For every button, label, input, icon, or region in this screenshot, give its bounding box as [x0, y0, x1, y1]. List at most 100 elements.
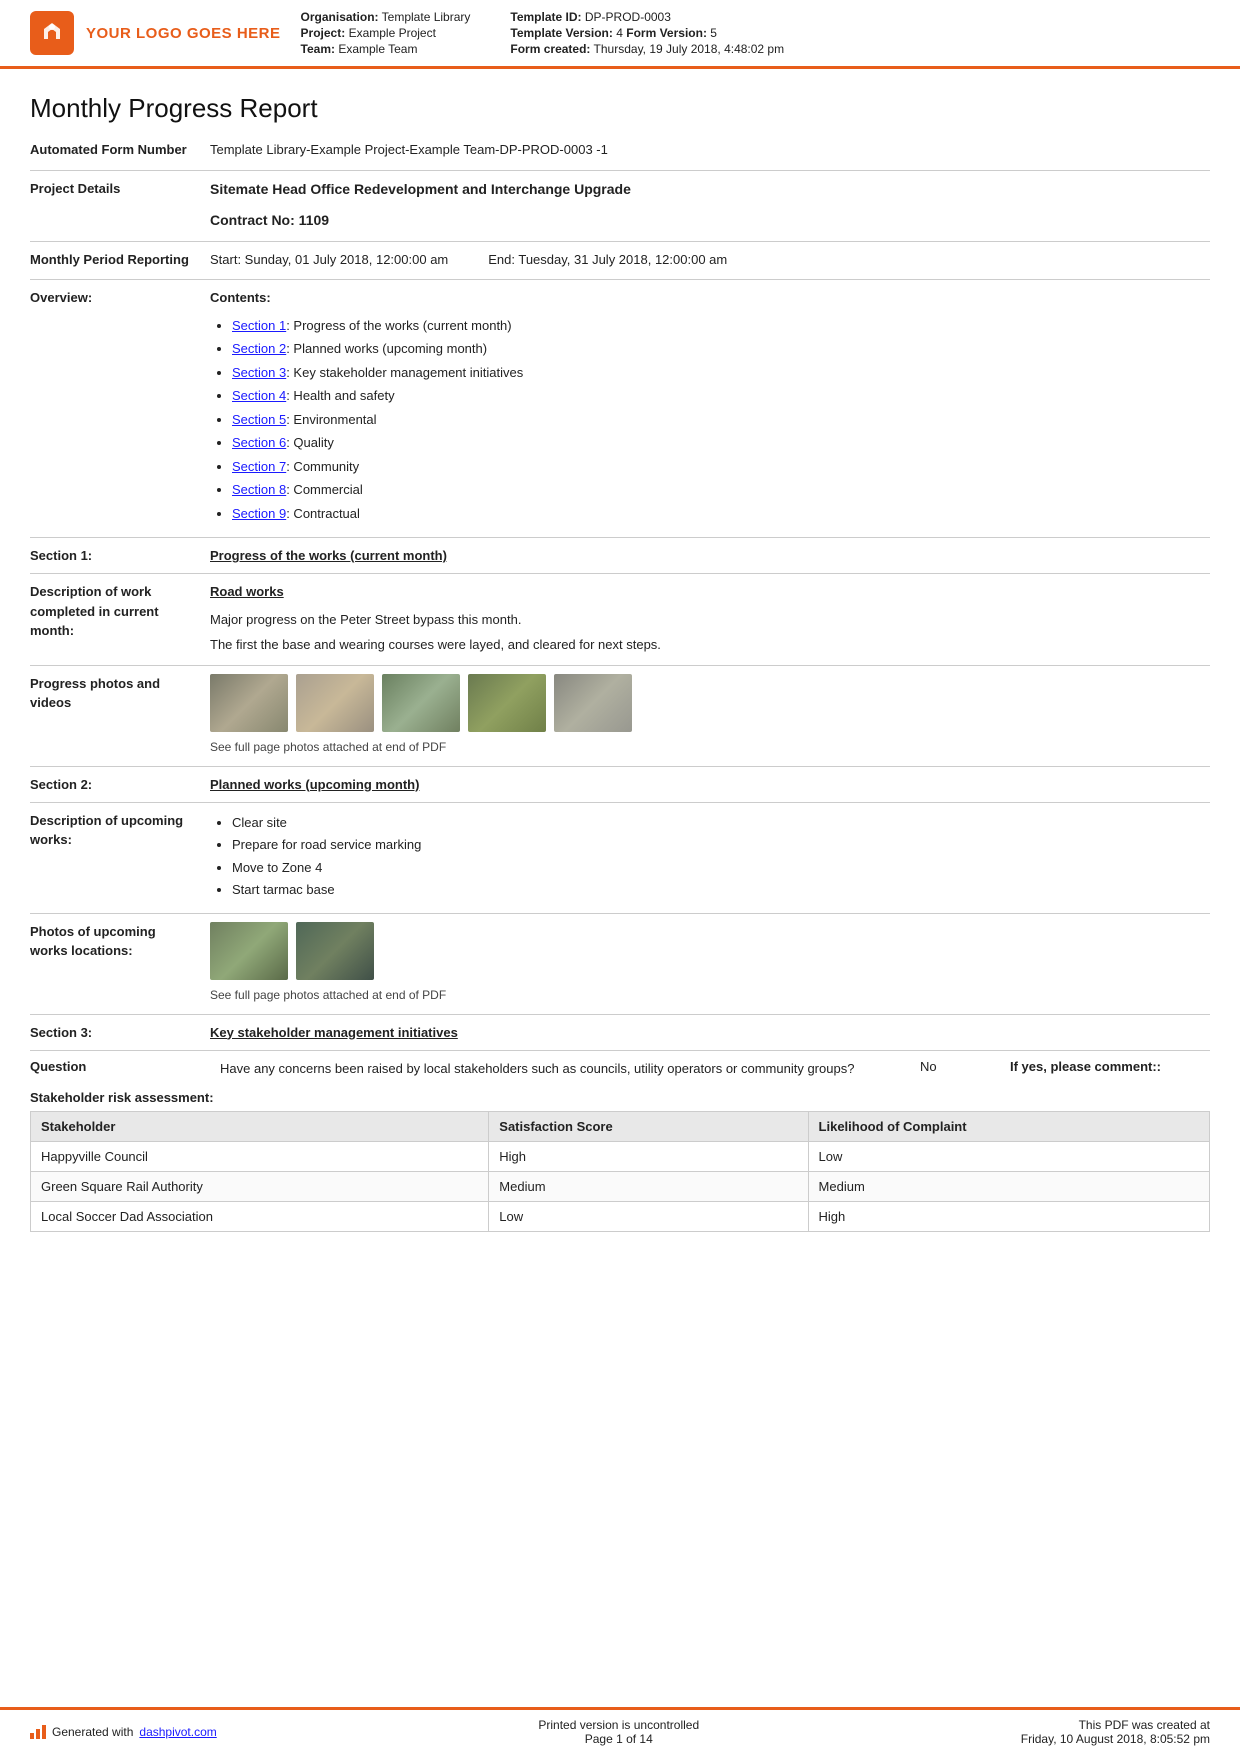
question-label: Question — [30, 1059, 210, 1074]
footer-left: Generated with dashpivot.com — [30, 1725, 217, 1739]
logo-icon — [30, 11, 74, 55]
work-desc1: Major progress on the Peter Street bypas… — [210, 610, 1210, 630]
automated-form-number-row: Automated Form Number Template Library-E… — [30, 140, 1210, 160]
photo-thumb-3 — [382, 674, 460, 732]
logo-area: YOUR LOGO GOES HERE — [30, 10, 281, 56]
project-details-row: Project Details Sitemate Head Office Red… — [30, 179, 1210, 231]
logo-text: YOUR LOGO GOES HERE — [86, 25, 281, 42]
divider-7 — [30, 766, 1210, 767]
divider-4 — [30, 537, 1210, 538]
project-details-label: Project Details — [30, 179, 210, 199]
table-row: Local Soccer Dad AssociationLowHigh — [31, 1202, 1210, 1232]
contents-item: Section 4: Health and safety — [232, 386, 1210, 406]
contents-item: Section 9: Contractual — [232, 504, 1210, 524]
contents-link[interactable]: Section 2 — [232, 341, 286, 356]
page-footer: Generated with dashpivot.com Printed ver… — [0, 1707, 1240, 1754]
photo-thumb-4 — [468, 674, 546, 732]
contents-link[interactable]: Section 4 — [232, 388, 286, 403]
photo-thumb-2 — [296, 674, 374, 732]
divider-6 — [30, 665, 1210, 666]
footer-right-line1: This PDF was created at — [1021, 1718, 1210, 1732]
upcoming-works-row: Description of upcoming works: Clear sit… — [30, 811, 1210, 903]
question-answer: No — [920, 1059, 1000, 1074]
footer-link[interactable]: dashpivot.com — [139, 1725, 216, 1739]
photo-thumb-1 — [210, 674, 288, 732]
section2-heading-row: Section 2: Planned works (upcoming month… — [30, 777, 1210, 792]
contents-desc: : Planned works (upcoming month) — [286, 341, 487, 356]
upcoming-photo-1 — [210, 922, 288, 980]
upcoming-photos-row: Photos of upcoming works locations: See … — [30, 922, 1210, 1004]
description-work-row: Description of work completed in current… — [30, 582, 1210, 655]
contents-link[interactable]: Section 7 — [232, 459, 286, 474]
section1-heading-row: Section 1: Progress of the works (curren… — [30, 548, 1210, 563]
contents-desc: : Progress of the works (current month) — [286, 318, 511, 333]
divider-1 — [30, 170, 1210, 171]
section3-heading-row: Section 3: Key stakeholder management in… — [30, 1025, 1210, 1040]
work-desc2: The first the base and wearing courses w… — [210, 635, 1210, 655]
section2-label: Section 2: — [30, 777, 210, 792]
divider-8 — [30, 802, 1210, 803]
section3-label: Section 3: — [30, 1025, 210, 1040]
contents-item: Section 7: Community — [232, 457, 1210, 477]
overview-value: Contents: Section 1: Progress of the wor… — [210, 288, 1210, 527]
photos-row-2 — [210, 922, 1210, 980]
overview-row: Overview: Contents: Section 1: Progress … — [30, 288, 1210, 527]
main-content: Monthly Progress Report Automated Form N… — [0, 69, 1240, 1707]
contents-link[interactable]: Section 8 — [232, 482, 286, 497]
contents-link[interactable]: Section 3 — [232, 365, 286, 380]
question-comment: If yes, please comment:: — [1010, 1059, 1210, 1074]
stakeholder-table: StakeholderSatisfaction ScoreLikelihood … — [30, 1111, 1210, 1232]
contents-link[interactable]: Section 1 — [232, 318, 286, 333]
divider-11 — [30, 1050, 1210, 1051]
template-version-field: Template Version: 4 Form Version: 5 — [510, 26, 784, 40]
contents-desc: : Key stakeholder management initiatives — [286, 365, 523, 380]
contents-link[interactable]: Section 5 — [232, 412, 286, 427]
contents-desc: : Quality — [286, 435, 334, 450]
table-row: Happyville CouncilHighLow — [31, 1142, 1210, 1172]
photo-thumb-5 — [554, 674, 632, 732]
report-title: Monthly Progress Report — [30, 93, 1210, 124]
divider-2 — [30, 241, 1210, 242]
project-details-value: Sitemate Head Office Redevelopment and I… — [210, 179, 1210, 231]
section3-title: Key stakeholder management initiatives — [210, 1025, 458, 1040]
divider-10 — [30, 1014, 1210, 1015]
section1-title: Progress of the works (current month) — [210, 548, 447, 563]
table-header: Likelihood of Complaint — [808, 1112, 1209, 1142]
automated-form-number-label: Automated Form Number — [30, 140, 210, 160]
monthly-period-label: Monthly Period Reporting — [30, 250, 210, 270]
table-row: Green Square Rail AuthorityMediumMedium — [31, 1172, 1210, 1202]
footer-bars-icon — [30, 1725, 46, 1739]
contents-link[interactable]: Section 9 — [232, 506, 286, 521]
table-cell: Low — [808, 1142, 1209, 1172]
page-header: YOUR LOGO GOES HERE Organisation: Templa… — [0, 0, 1240, 69]
contents-desc: : Health and safety — [286, 388, 394, 403]
upcoming-photos-label: Photos of upcoming works locations: — [30, 922, 210, 961]
footer-right-line2: Friday, 10 August 2018, 8:05:52 pm — [1021, 1732, 1210, 1746]
section1-label: Section 1: — [30, 548, 210, 563]
upcoming-works-item: Move to Zone 4 — [232, 858, 1210, 878]
footer-center-line1: Printed version is uncontrolled — [538, 1718, 699, 1732]
table-cell: Local Soccer Dad Association — [31, 1202, 489, 1232]
photos-caption-2: See full page photos attached at end of … — [210, 986, 1210, 1004]
table-cell: Happyville Council — [31, 1142, 489, 1172]
contents-link[interactable]: Section 6 — [232, 435, 286, 450]
progress-photos-value: See full page photos attached at end of … — [210, 674, 1210, 756]
contents-desc: : Commercial — [286, 482, 363, 497]
question-text: Have any concerns been raised by local s… — [220, 1059, 910, 1079]
project-field: Project: Example Project — [301, 26, 471, 40]
table-cell: High — [808, 1202, 1209, 1232]
section2-title: Planned works (upcoming month) — [210, 777, 419, 792]
contents-item: Section 3: Key stakeholder management in… — [232, 363, 1210, 383]
header-meta-left: Organisation: Template Library Project: … — [301, 10, 471, 56]
progress-photos-label: Progress photos and videos — [30, 674, 210, 713]
upcoming-works-list: Clear sitePrepare for road service marki… — [210, 813, 1210, 900]
form-created-field: Form created: Thursday, 19 July 2018, 4:… — [510, 42, 784, 56]
footer-right: This PDF was created at Friday, 10 Augus… — [1021, 1718, 1210, 1746]
work-title: Road works — [210, 582, 1210, 602]
table-cell: Medium — [489, 1172, 808, 1202]
contents-item: Section 2: Planned works (upcoming month… — [232, 339, 1210, 359]
upcoming-works-item: Prepare for road service marking — [232, 835, 1210, 855]
description-work-value: Road works Major progress on the Peter S… — [210, 582, 1210, 655]
table-cell: Green Square Rail Authority — [31, 1172, 489, 1202]
upcoming-photo-2 — [296, 922, 374, 980]
